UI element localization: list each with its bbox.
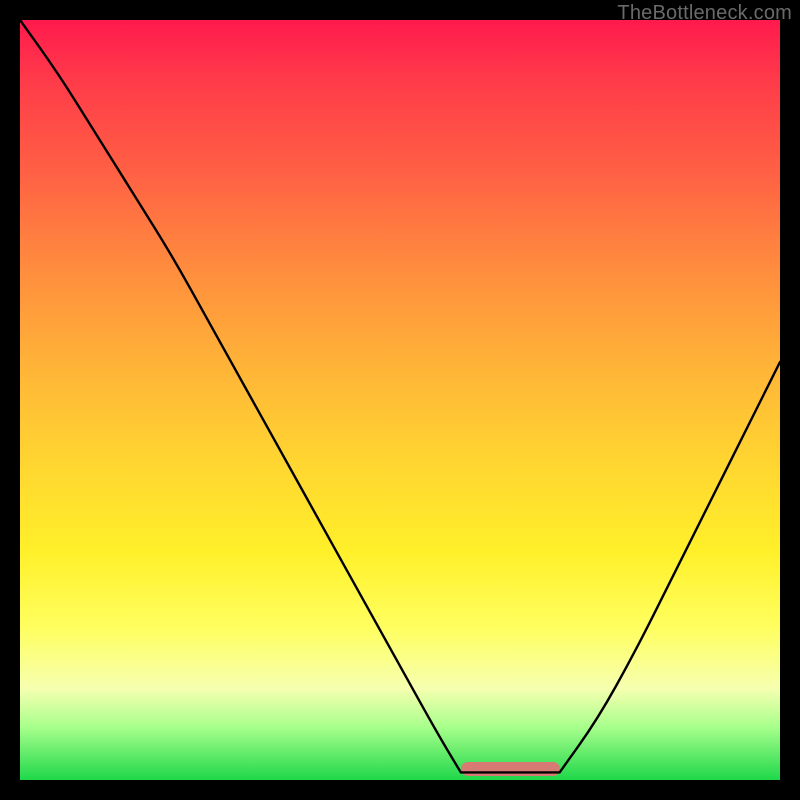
plot-area xyxy=(20,20,780,780)
chart-frame: TheBottleneck.com xyxy=(0,0,800,800)
bottleneck-curve xyxy=(20,20,780,780)
curve-path xyxy=(20,20,780,772)
